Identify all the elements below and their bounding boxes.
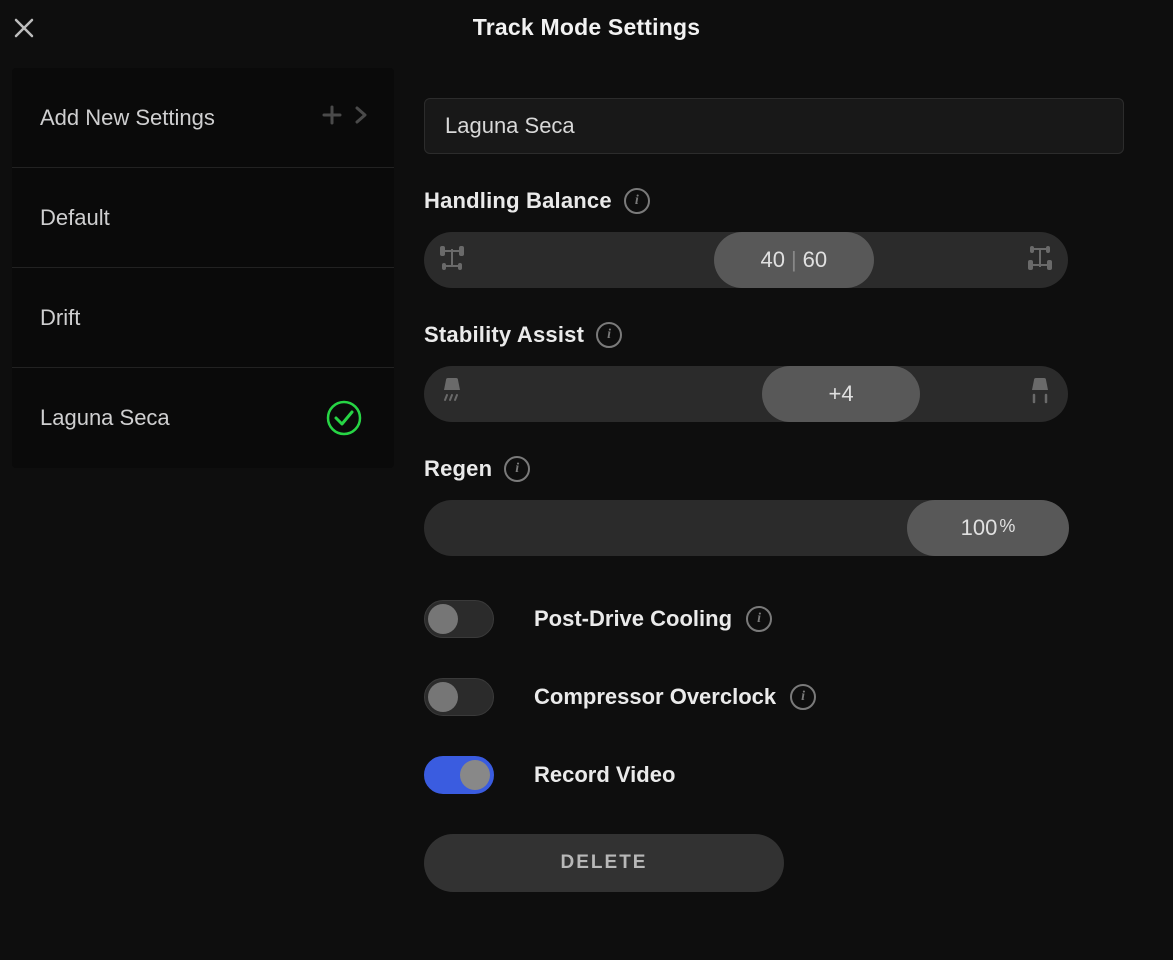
- toggles-group: Post-Drive Cooling i Compressor Overcloc…: [424, 600, 1124, 794]
- compressor-overclock-label: Compressor Overclock: [534, 684, 776, 710]
- stability-assist-label: Stability Assist: [424, 322, 584, 348]
- regen-section: Regen i 100%: [424, 456, 1124, 556]
- post-drive-cooling-toggle[interactable]: [424, 600, 494, 638]
- balance-separator: |: [791, 247, 797, 273]
- stability-assist-section: Stability Assist i +4: [424, 322, 1124, 422]
- compressor-overclock-toggle[interactable]: [424, 678, 494, 716]
- checkmark-icon: [326, 400, 362, 436]
- profiles-sidebar: Add New Settings Default Drift Laguna Se…: [12, 68, 394, 468]
- profile-editor: Handling Balance i 40 | 60 Stabili: [424, 98, 1124, 892]
- high-stability-icon: [1026, 376, 1054, 413]
- sidebar-item-laguna-seca[interactable]: Laguna Seca: [12, 368, 394, 468]
- plus-icon: [320, 103, 344, 133]
- delete-label: DELETE: [561, 852, 648, 874]
- post-drive-cooling-label: Post-Drive Cooling: [534, 606, 732, 632]
- rear-bias-icon: [1026, 243, 1054, 278]
- sidebar-item-drift[interactable]: Drift: [12, 268, 394, 368]
- handling-rear-value: 60: [803, 247, 827, 273]
- sidebar-item-label: Default: [40, 205, 110, 231]
- regen-value: 100: [961, 515, 998, 541]
- regen-slider[interactable]: 100%: [424, 500, 1068, 556]
- record-video-toggle[interactable]: [424, 756, 494, 794]
- handling-balance-section: Handling Balance i 40 | 60: [424, 188, 1124, 288]
- page-title: Track Mode Settings: [0, 14, 1173, 41]
- info-icon[interactable]: i: [746, 606, 772, 632]
- sidebar-item-label: Add New Settings: [40, 105, 215, 131]
- record-video-label: Record Video: [534, 762, 675, 788]
- chevron-right-icon: [352, 103, 370, 133]
- handling-balance-label: Handling Balance: [424, 188, 612, 214]
- delete-button[interactable]: DELETE: [424, 834, 784, 892]
- sidebar-item-label: Laguna Seca: [40, 405, 170, 431]
- info-icon[interactable]: i: [624, 188, 650, 214]
- info-icon[interactable]: i: [504, 456, 530, 482]
- regen-unit: %: [999, 516, 1015, 537]
- stability-value: +4: [829, 381, 854, 407]
- front-bias-icon: [438, 243, 466, 278]
- info-icon[interactable]: i: [790, 684, 816, 710]
- handling-balance-thumb[interactable]: 40 | 60: [714, 232, 874, 288]
- regen-thumb[interactable]: 100%: [907, 500, 1069, 556]
- add-new-settings-button[interactable]: Add New Settings: [12, 68, 394, 168]
- regen-label: Regen: [424, 456, 492, 482]
- info-icon[interactable]: i: [596, 322, 622, 348]
- handling-balance-slider[interactable]: 40 | 60: [424, 232, 1068, 288]
- sidebar-item-label: Drift: [40, 305, 80, 331]
- profile-name-input[interactable]: [424, 98, 1124, 154]
- sidebar-item-default[interactable]: Default: [12, 168, 394, 268]
- stability-assist-slider[interactable]: +4: [424, 366, 1068, 422]
- stability-assist-thumb[interactable]: +4: [762, 366, 920, 422]
- handling-front-value: 40: [760, 247, 784, 273]
- low-stability-icon: [438, 376, 466, 413]
